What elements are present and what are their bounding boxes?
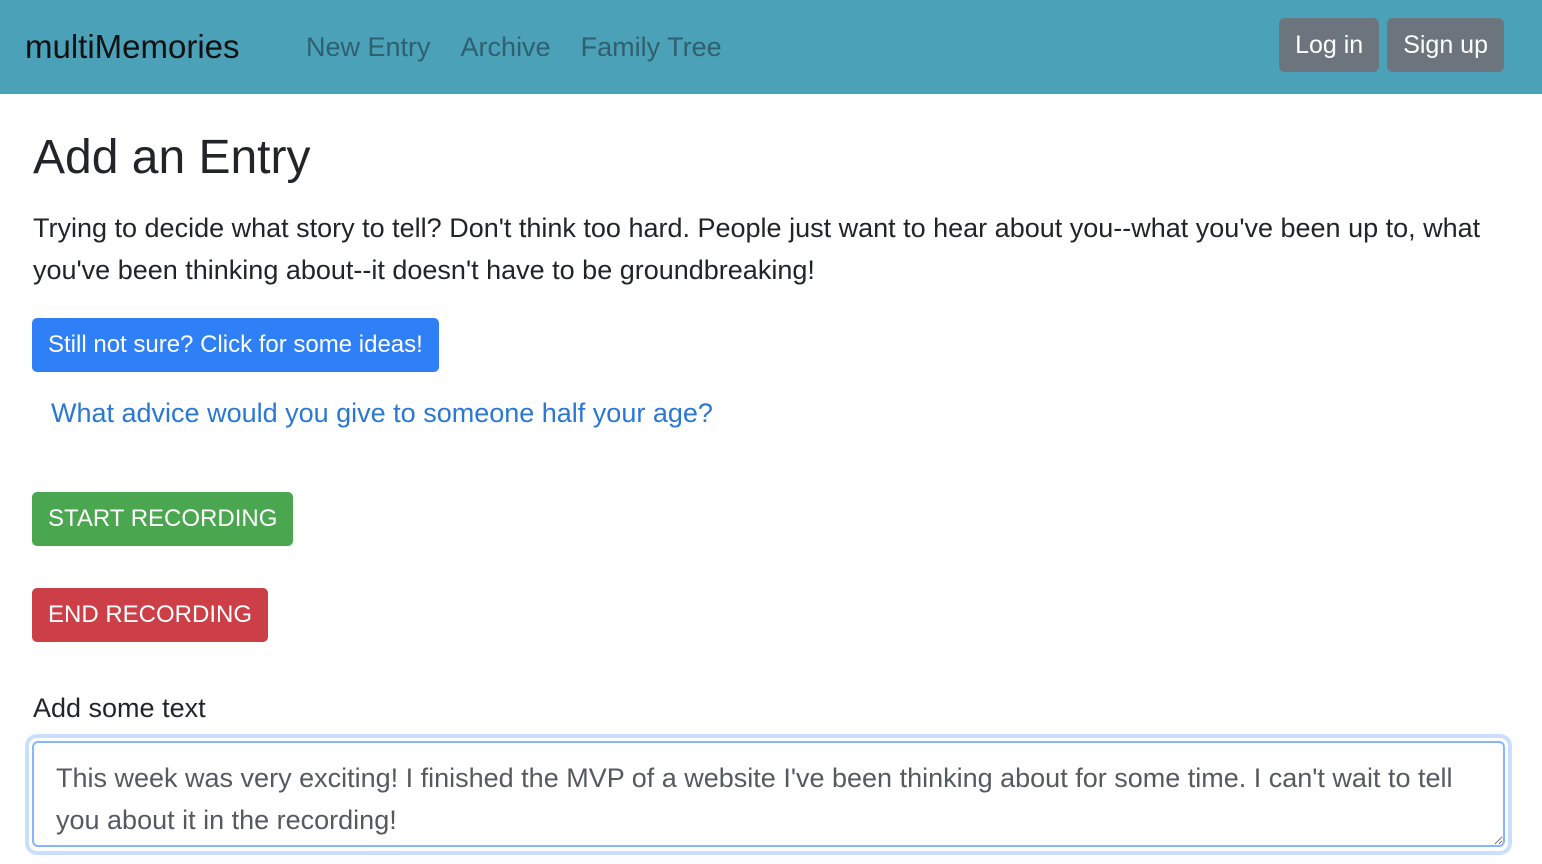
intro-text: Trying to decide what story to tell? Don…: [33, 213, 1481, 285]
start-recording-button[interactable]: START RECORDING: [32, 492, 294, 546]
idea-prompt-link[interactable]: What advice would you give to someone ha…: [51, 393, 713, 433]
entry-text-field[interactable]: This week was very exciting! I finished …: [32, 741, 1505, 847]
login-button[interactable]: Log in: [1279, 18, 1380, 72]
nav-links: New Entry Archive Family Tree: [306, 29, 722, 65]
auth-buttons: Log in Sign up: [1279, 18, 1504, 72]
signup-button[interactable]: Sign up: [1387, 18, 1504, 72]
end-recording-button[interactable]: END RECORDING: [32, 588, 269, 642]
navbar: multiMemories New Entry Archive Family T…: [0, 0, 1542, 94]
brand-logo-link[interactable]: multiMemories: [25, 27, 240, 67]
nav-link-archive[interactable]: Archive: [461, 29, 551, 65]
ideas-button[interactable]: Still not sure? Click for some ideas!: [32, 318, 439, 372]
text-field-label: Add some text: [33, 693, 206, 723]
page-title: Add an Entry: [33, 131, 311, 184]
text-field-focus-ring: This week was very exciting! I finished …: [29, 738, 1508, 851]
nav-link-new-entry[interactable]: New Entry: [306, 29, 431, 65]
nav-link-family-tree[interactable]: Family Tree: [581, 29, 722, 65]
